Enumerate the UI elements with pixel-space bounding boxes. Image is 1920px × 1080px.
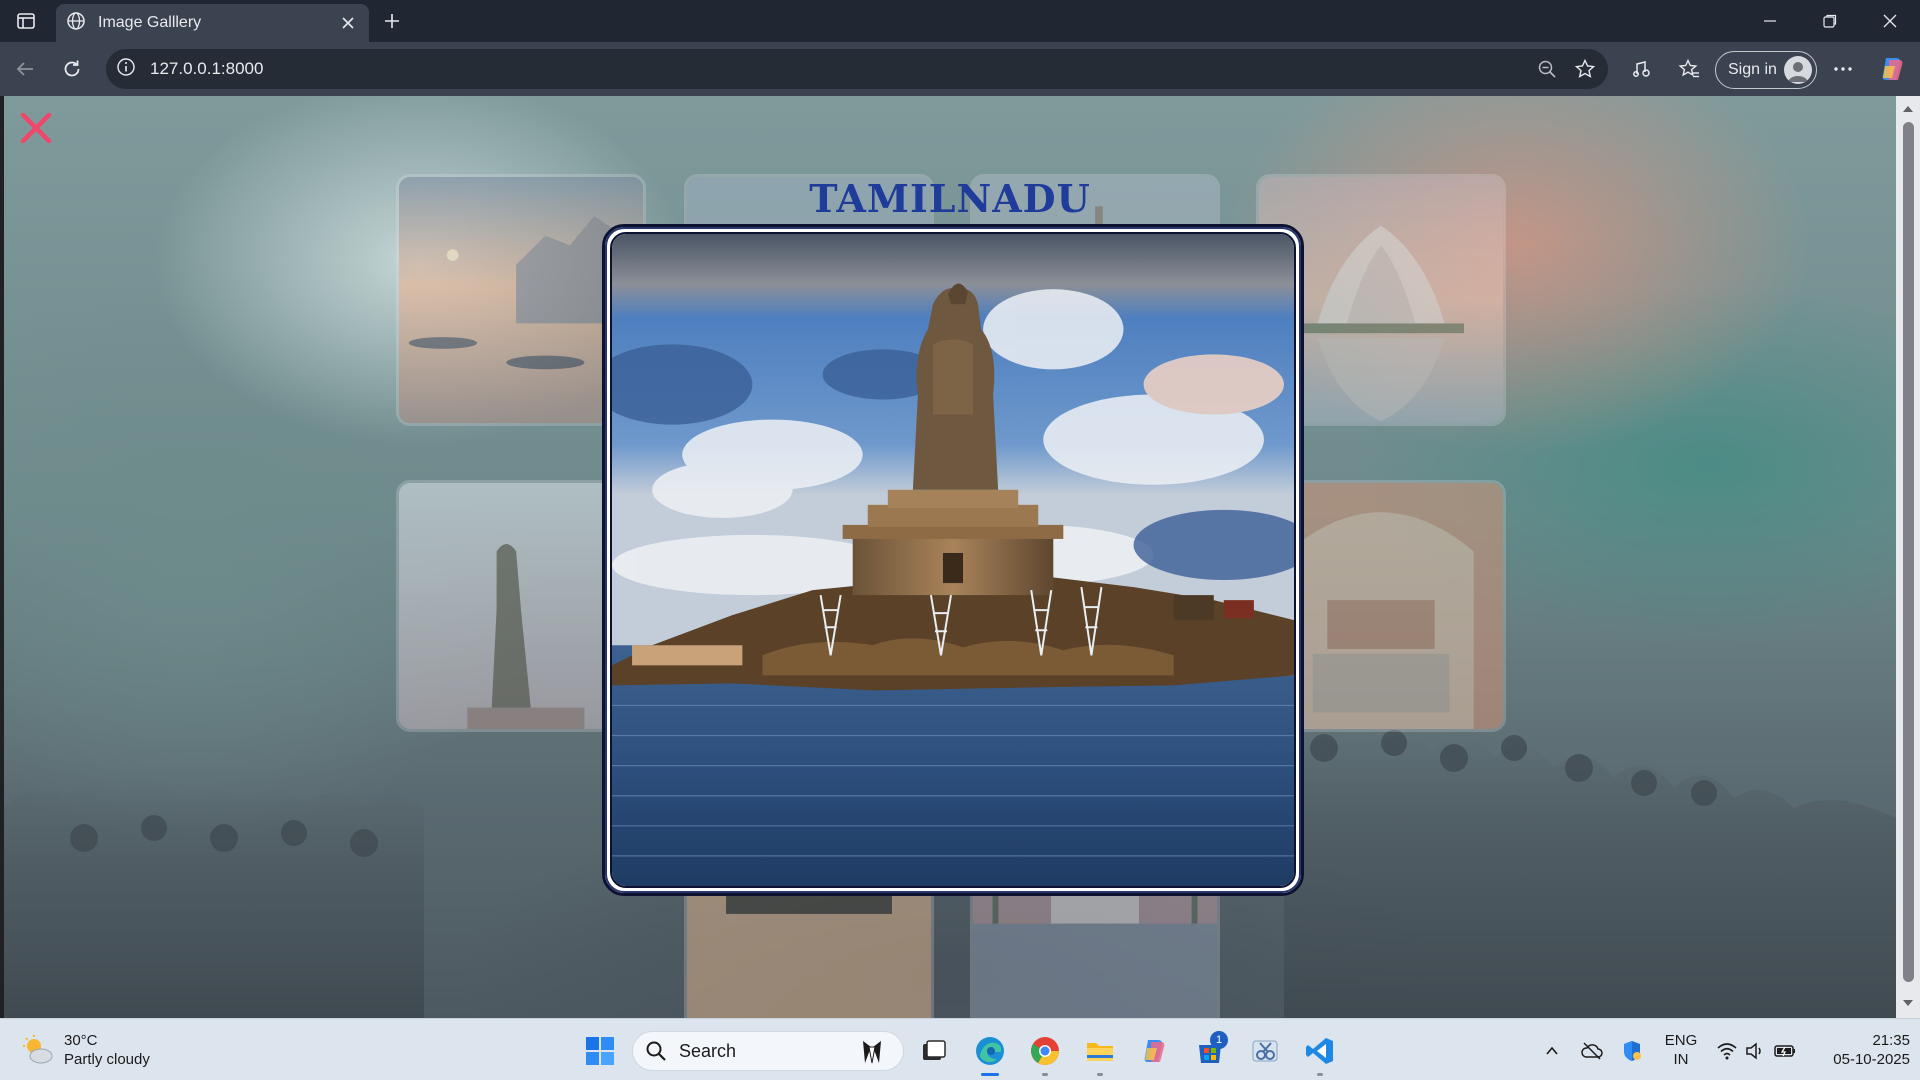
- back-arrow-icon[interactable]: [8, 52, 42, 86]
- page-viewport: TAMILNADU: [4, 96, 1896, 1018]
- restore-button[interactable]: [1800, 0, 1860, 42]
- snipping-tool-icon: [1252, 1040, 1278, 1062]
- search-label: Search: [679, 1040, 737, 1061]
- chrome-icon: [1031, 1037, 1059, 1065]
- browser-toolbar: 127.0.0.1:8000 Sign in: [0, 42, 1920, 96]
- edge-icon: [976, 1037, 1004, 1065]
- scroll-down-arrow-icon[interactable]: [1901, 996, 1915, 1010]
- task-view-icon: [923, 1040, 946, 1060]
- cloud-offline-icon: [1581, 1042, 1603, 1060]
- url-text[interactable]: 127.0.0.1:8000: [150, 59, 263, 79]
- minimize-button[interactable]: [1740, 0, 1800, 42]
- active-indicator: [981, 1073, 999, 1076]
- speaker-icon: [1746, 1042, 1761, 1060]
- read-aloud-icon[interactable]: [1625, 52, 1659, 86]
- scroll-up-arrow-icon[interactable]: [1901, 102, 1915, 116]
- taskbar-store[interactable]: 1: [1190, 1031, 1230, 1071]
- copilot-app-icon: [1144, 1040, 1165, 1062]
- taskbar-edge[interactable]: [970, 1031, 1010, 1076]
- wifi-icon: [1717, 1043, 1737, 1060]
- search-icon: [646, 1041, 666, 1061]
- weather-description: Partly cloudy: [64, 1051, 150, 1068]
- weather-widget[interactable]: 30°C Partly cloudy: [22, 1031, 150, 1069]
- running-indicator: [1317, 1073, 1323, 1076]
- region-code: IN: [1673, 1051, 1689, 1068]
- security-tray[interactable]: [1614, 1031, 1650, 1071]
- chevron-up-icon: [1546, 1046, 1558, 1055]
- new-tab-button[interactable]: [378, 8, 406, 34]
- clock-date: 05-10-2025: [1833, 1051, 1910, 1068]
- windows-logo-icon: [586, 1037, 614, 1065]
- avatar: [1784, 56, 1812, 84]
- store-notification-badge: 1: [1210, 1031, 1228, 1049]
- start-button[interactable]: [580, 1031, 620, 1071]
- language-indicator[interactable]: ENG IN: [1656, 1031, 1706, 1069]
- vscode-icon: [1306, 1038, 1333, 1064]
- browser-tab-strip: Image Galllery: [0, 0, 1920, 42]
- close-x-icon: [20, 112, 52, 144]
- site-info-icon[interactable]: [116, 57, 136, 82]
- lightbox-image: [610, 232, 1296, 888]
- language-code: ENG: [1664, 1032, 1698, 1049]
- running-indicator: [1042, 1073, 1048, 1076]
- close-lightbox-button[interactable]: [18, 110, 54, 146]
- copilot-icon[interactable]: [1875, 52, 1909, 86]
- favorites-icon[interactable]: [1672, 52, 1706, 86]
- search-highlight-icon: [857, 1037, 887, 1072]
- weather-temperature: 30°C: [64, 1032, 98, 1049]
- sign-in-label: Sign in: [1728, 61, 1777, 78]
- taskbar-chrome[interactable]: [1025, 1031, 1065, 1076]
- taskbar-file-explorer[interactable]: [1080, 1031, 1120, 1076]
- globe-icon: [66, 11, 86, 36]
- tab-actions-icon[interactable]: [10, 8, 42, 34]
- browser-tab-active[interactable]: Image Galllery: [56, 4, 369, 42]
- battery-charging-icon: [1774, 1045, 1795, 1057]
- partly-cloudy-icon: [23, 1035, 53, 1064]
- show-hidden-icons-button[interactable]: [1534, 1031, 1570, 1071]
- lightbox-image-frame: [602, 224, 1304, 896]
- tab-title: Image Galllery: [98, 14, 202, 31]
- taskbar-vscode[interactable]: [1300, 1031, 1340, 1076]
- taskbar-copilot[interactable]: [1135, 1031, 1175, 1071]
- wifi-tray[interactable]: [1712, 1031, 1742, 1071]
- clock-time: 21:35: [1872, 1032, 1910, 1049]
- close-window-button[interactable]: [1860, 0, 1920, 42]
- thiruvalluvar-statue-image: [612, 234, 1294, 886]
- running-indicator: [1097, 1073, 1103, 1076]
- task-view-button[interactable]: [914, 1031, 954, 1071]
- sign-in-button[interactable]: Sign in: [1715, 51, 1817, 89]
- onedrive-tray[interactable]: [1574, 1031, 1610, 1071]
- folder-icon: [1087, 1043, 1113, 1061]
- taskbar-snipping-tool[interactable]: [1245, 1031, 1285, 1071]
- favorite-star-icon[interactable]: [1568, 52, 1602, 86]
- more-menu-icon[interactable]: [1826, 52, 1860, 86]
- battery-tray[interactable]: [1768, 1031, 1802, 1071]
- taskbar-search[interactable]: Search: [632, 1031, 904, 1071]
- scrollbar-thumb[interactable]: [1903, 122, 1914, 982]
- clock[interactable]: 21:35 05-10-2025: [1810, 1031, 1910, 1069]
- shield-icon: [1624, 1041, 1641, 1061]
- page-scrollbar[interactable]: [1896, 96, 1920, 1018]
- volume-tray[interactable]: [1740, 1031, 1770, 1071]
- zoom-out-icon[interactable]: [1530, 52, 1564, 86]
- address-bar[interactable]: 127.0.0.1:8000: [106, 49, 1608, 89]
- windows-taskbar: 30°C Partly cloudy Search 1 ENG IN 21:35…: [0, 1018, 1920, 1080]
- gallery-title: TAMILNADU: [809, 176, 1091, 221]
- tab-close-icon[interactable]: [337, 12, 359, 34]
- refresh-icon[interactable]: [55, 52, 89, 86]
